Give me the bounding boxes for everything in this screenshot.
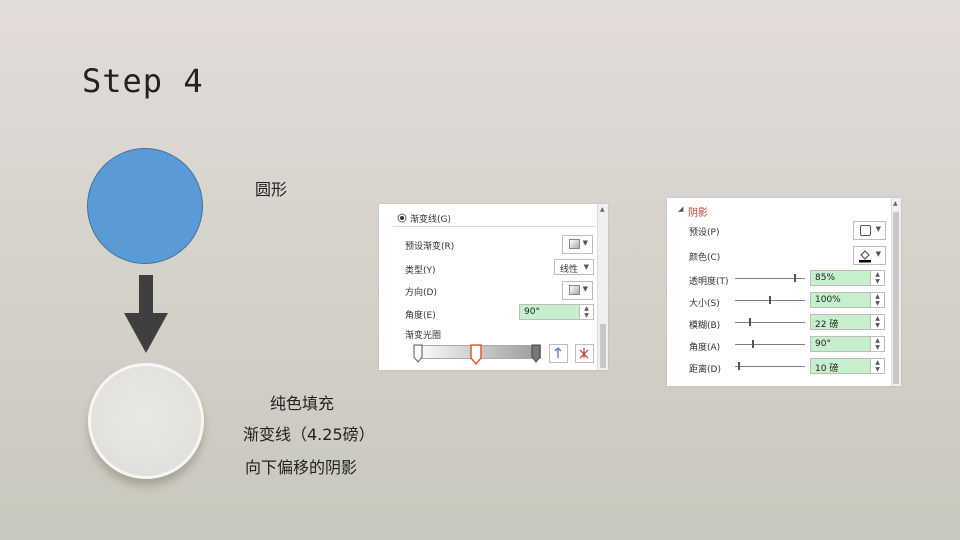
gradient-stops-row: 渐变光圈 bbox=[379, 324, 608, 342]
desc-line-3: 向下偏移的阴影 bbox=[245, 458, 358, 477]
shadow-slider-label: 距离(D) bbox=[689, 365, 721, 375]
paint-bucket-icon bbox=[859, 250, 871, 263]
remove-gradient-stop-icon bbox=[579, 348, 589, 359]
chevron-down-icon: ▼ bbox=[875, 250, 881, 258]
direction-label: 方向(D) bbox=[405, 288, 437, 298]
direction-dropdown[interactable]: ▼ bbox=[562, 281, 593, 300]
divider bbox=[393, 226, 596, 227]
angle-input[interactable]: 90° bbox=[519, 304, 580, 320]
remove-stop-button[interactable] bbox=[575, 344, 594, 363]
shadow-slider-label: 角度(A) bbox=[689, 343, 721, 353]
shadow-value: 90° bbox=[815, 339, 831, 349]
slider-thumb[interactable] bbox=[749, 318, 751, 326]
shadow-value: 100% bbox=[815, 295, 841, 305]
gradient-swatch-icon bbox=[569, 285, 580, 295]
gradient-stop-handle-selected[interactable] bbox=[470, 344, 482, 366]
slider-thumb[interactable] bbox=[752, 340, 754, 348]
preset-gradient-dropdown[interactable]: ▼ bbox=[562, 235, 593, 254]
desc-line-1: 纯色填充 bbox=[270, 394, 335, 413]
circle-label: 圆形 bbox=[255, 180, 288, 199]
styled-circle-shape bbox=[88, 363, 204, 479]
shadow-color-row: 颜色(C) ▼ bbox=[667, 246, 901, 265]
chevron-down-icon: ▼ bbox=[875, 225, 881, 233]
type-row: 类型(Y) 线性 ▼ bbox=[379, 259, 608, 277]
shadow-panel: ◢ 阴影 预设(P) ▼ 颜色(C) ▼ 透明度(T) 85% ▲ ▼ 大小(S) 100… bbox=[667, 198, 901, 386]
scroll-up-icon[interactable]: ▲ bbox=[600, 206, 605, 213]
shadow-value-input[interactable]: 85% bbox=[810, 270, 871, 286]
chevron-down-icon: ▼ bbox=[582, 239, 588, 247]
slider-track[interactable] bbox=[735, 322, 805, 323]
shadow-slider-row: 距离(D) 10 磅 ▲ ▼ bbox=[667, 358, 901, 376]
angle-value: 90° bbox=[524, 307, 540, 317]
preset-gradient-row: 预设渐变(R) ▼ bbox=[379, 235, 608, 254]
gradient-stop-handle[interactable] bbox=[531, 344, 541, 364]
shadow-preset-row: 预设(P) ▼ bbox=[667, 221, 901, 240]
shadow-slider-row: 透明度(T) 85% ▲ ▼ bbox=[667, 270, 901, 288]
value-spinner[interactable]: ▲ ▼ bbox=[871, 314, 885, 330]
slider-track[interactable] bbox=[735, 366, 805, 367]
angle-label: 角度(E) bbox=[405, 311, 436, 321]
shadow-value-input[interactable]: 10 磅 bbox=[810, 358, 871, 374]
shadow-color-label: 颜色(C) bbox=[689, 253, 721, 263]
chevron-down-icon: ▼ bbox=[582, 285, 588, 293]
shadow-color-dropdown[interactable]: ▼ bbox=[853, 246, 886, 265]
slider-thumb[interactable] bbox=[738, 362, 740, 370]
shadow-value-input[interactable]: 90° bbox=[810, 336, 871, 352]
panel-scrollbar[interactable]: ▲ bbox=[891, 198, 901, 386]
type-dropdown[interactable]: 线性 ▼ bbox=[554, 259, 594, 275]
slide-title: Step 4 bbox=[82, 62, 204, 100]
gradient-stop-handle[interactable] bbox=[413, 344, 423, 364]
direction-row: 方向(D) ▼ bbox=[379, 281, 608, 300]
value-spinner[interactable]: ▲ ▼ bbox=[871, 358, 885, 374]
down-arrow-icon bbox=[124, 275, 168, 353]
gradient-swatch-icon bbox=[569, 239, 580, 249]
shadow-value: 22 磅 bbox=[815, 320, 839, 330]
panel-scrollbar[interactable]: ▲ bbox=[597, 204, 608, 370]
add-stop-button[interactable] bbox=[549, 344, 568, 363]
chevron-down-icon: ▼ bbox=[583, 263, 589, 271]
add-gradient-stop-icon bbox=[554, 347, 562, 358]
shadow-slider-row: 大小(S) 100% ▲ ▼ bbox=[667, 292, 901, 310]
desc-line-2: 渐变线（4.25磅） bbox=[243, 425, 375, 444]
shadow-slider-row: 模糊(B) 22 磅 ▲ ▼ bbox=[667, 314, 901, 332]
shadow-value-input[interactable]: 22 磅 bbox=[810, 314, 871, 330]
shadow-slider-row: 角度(A) 90° ▲ ▼ bbox=[667, 336, 901, 354]
collapse-triangle-icon[interactable]: ◢ bbox=[678, 205, 683, 213]
value-spinner[interactable]: ▲ ▼ bbox=[871, 292, 885, 308]
gradient-stops-label: 渐变光圈 bbox=[405, 331, 442, 341]
shadow-preset-label: 预设(P) bbox=[689, 228, 720, 238]
shadow-slider-label: 模糊(B) bbox=[689, 321, 721, 331]
radio-selected-icon[interactable] bbox=[397, 213, 407, 223]
blue-circle-shape bbox=[87, 148, 203, 264]
shadow-preset-dropdown[interactable]: ▼ bbox=[853, 221, 886, 240]
scrollbar-thumb[interactable] bbox=[600, 324, 606, 368]
shadow-slider-label: 大小(S) bbox=[689, 299, 720, 309]
gradient-line-radio-label: 渐变线(G) bbox=[410, 215, 451, 225]
value-spinner[interactable]: ▲ ▼ bbox=[871, 336, 885, 352]
shadow-slider-label: 透明度(T) bbox=[689, 277, 729, 287]
shadow-value: 10 磅 bbox=[815, 364, 839, 374]
shadow-section-title[interactable]: 阴影 bbox=[688, 204, 708, 219]
preset-gradient-label: 预设渐变(R) bbox=[405, 242, 455, 252]
angle-row: 角度(E) 90° ▲ ▼ bbox=[379, 304, 608, 322]
type-label: 类型(Y) bbox=[405, 266, 436, 276]
shadow-value: 85% bbox=[815, 273, 836, 283]
value-spinner[interactable]: ▲ ▼ bbox=[871, 270, 885, 286]
shadow-preset-swatch-icon bbox=[860, 225, 871, 236]
slider-thumb[interactable] bbox=[794, 274, 796, 282]
type-value: 线性 bbox=[560, 265, 579, 275]
gradient-line-panel: 渐变线(G) 预设渐变(R) ▼ 类型(Y) 线性 ▼ 方向(D) ▼ 角度(E)… bbox=[379, 204, 608, 370]
angle-spinner[interactable]: ▲ ▼ bbox=[580, 304, 594, 320]
scroll-up-icon[interactable]: ▲ bbox=[893, 200, 898, 207]
shadow-value-input[interactable]: 100% bbox=[810, 292, 871, 308]
slider-thumb[interactable] bbox=[769, 296, 771, 304]
slider-track[interactable] bbox=[735, 344, 805, 345]
scrollbar-thumb[interactable] bbox=[893, 212, 899, 384]
